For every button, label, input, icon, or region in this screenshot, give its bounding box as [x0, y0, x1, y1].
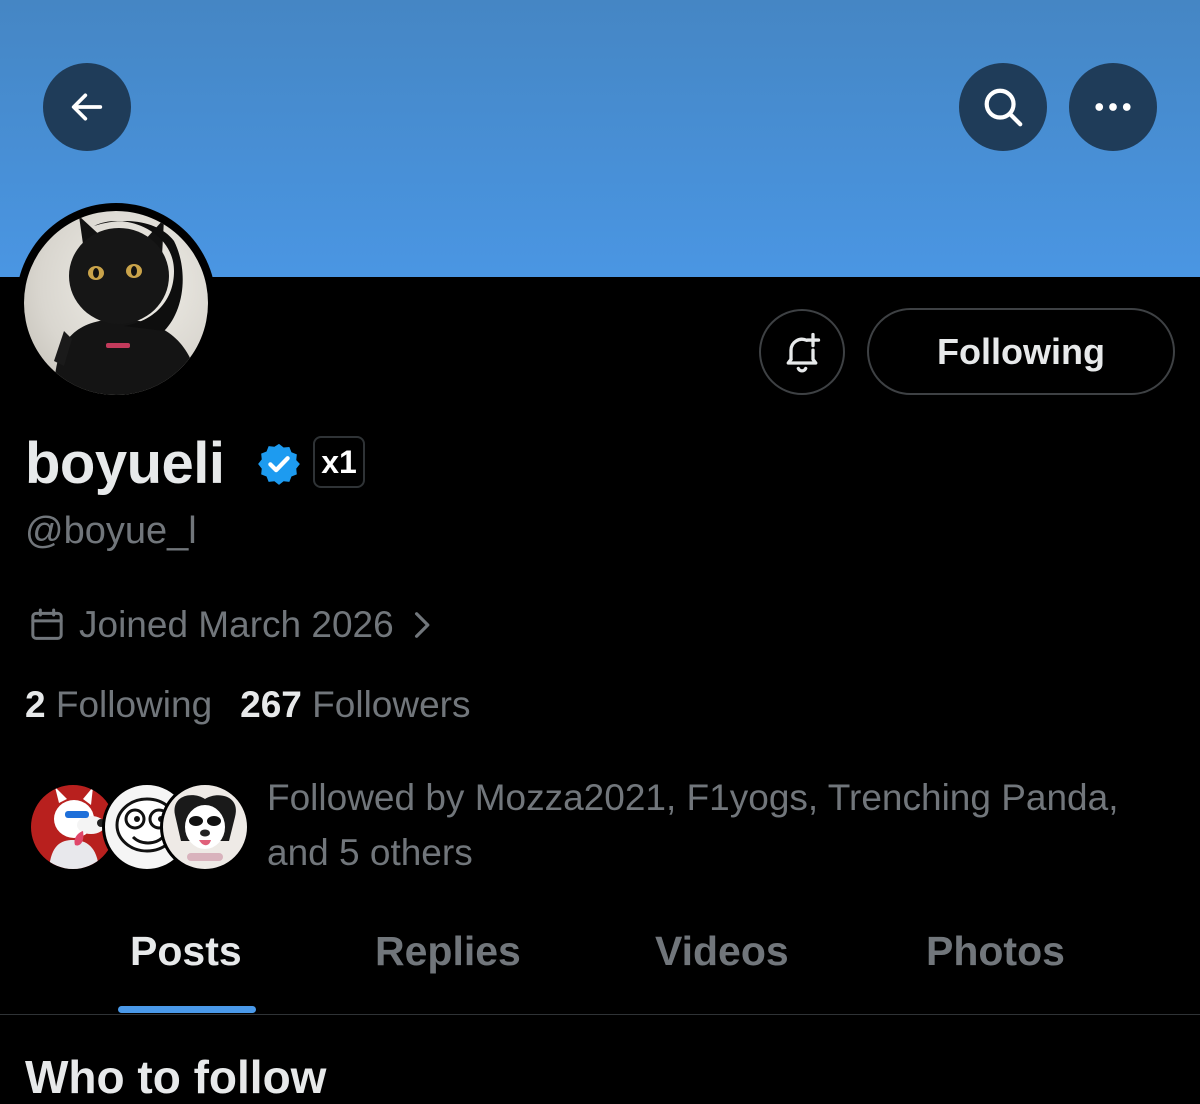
search-button[interactable]: [959, 63, 1047, 151]
profile-avatar[interactable]: [16, 203, 216, 403]
who-to-follow-heading: Who to follow: [25, 1051, 327, 1103]
tab-photos[interactable]: Photos: [926, 928, 1065, 975]
more-button[interactable]: [1069, 63, 1157, 151]
following-button[interactable]: Following: [867, 308, 1175, 395]
calendar-icon: [31, 608, 63, 640]
joined-date: Joined March 2026: [79, 604, 394, 645]
following-count: 2: [25, 684, 46, 725]
bell-plus-icon: [786, 332, 821, 373]
joined-date-row[interactable]: Joined March 2026: [27, 604, 434, 646]
following-stat[interactable]: 2 Following: [25, 684, 212, 725]
profile-handle: @boyue_l: [25, 510, 197, 552]
arrow-left-icon: [71, 93, 103, 121]
notifications-button[interactable]: [759, 309, 845, 395]
following-label: Following: [55, 684, 213, 725]
active-tab-indicator: [118, 1006, 256, 1013]
tab-replies[interactable]: Replies: [375, 928, 521, 975]
follower-avatar-3[interactable]: [160, 782, 250, 872]
affiliation-logo-icon: x1: [321, 443, 357, 480]
search-icon: [984, 88, 1023, 127]
tab-videos[interactable]: Videos: [655, 928, 789, 975]
more-horizontal-icon: [1095, 103, 1131, 111]
follow-stats: 2 Following 267 Followers: [25, 684, 471, 726]
followers-stat[interactable]: 267 Followers: [240, 684, 470, 725]
chevron-right-icon: [414, 612, 430, 638]
followers-count: 267: [240, 684, 302, 725]
followed-by-text[interactable]: Followed by Mozza2021, F1yogs, Trenching…: [267, 770, 1167, 880]
affiliation-badge[interactable]: x1: [313, 436, 365, 488]
avatar-image: [24, 211, 208, 395]
back-button[interactable]: [43, 63, 131, 151]
followers-label: Followers: [312, 684, 471, 725]
tab-divider: [0, 1014, 1200, 1015]
display-name: boyueli: [25, 431, 225, 496]
tab-posts[interactable]: Posts: [130, 928, 242, 975]
verified-badge-icon[interactable]: [256, 441, 302, 492]
